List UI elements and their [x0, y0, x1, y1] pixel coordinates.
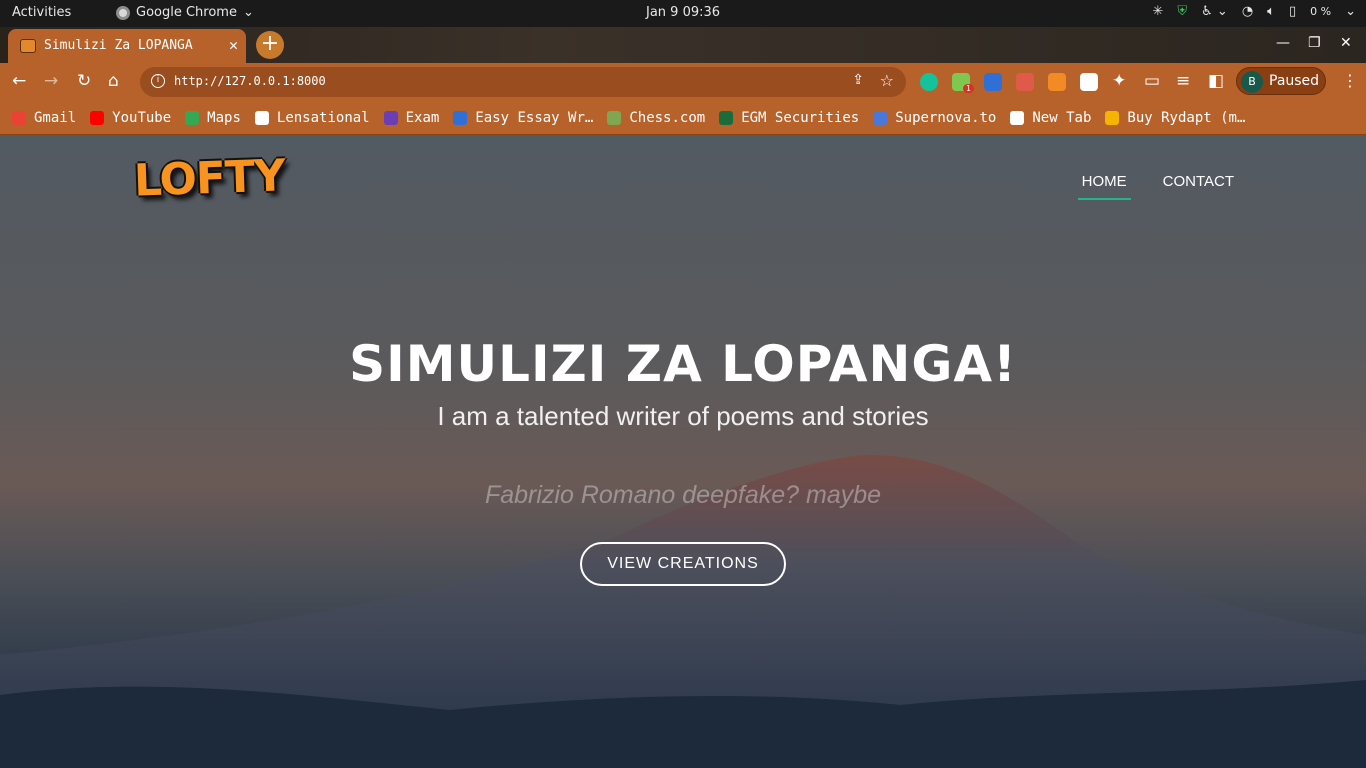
- typed-text: Fabrizio Romano deepfake? maybe: [484, 481, 882, 509]
- volume-icon: 🔈︎: [1267, 4, 1275, 19]
- bookmark-favicon-icon: [185, 110, 200, 125]
- close-window-icon[interactable]: ✕: [1340, 35, 1352, 51]
- nav-contact[interactable]: CONTACT: [1159, 171, 1238, 200]
- bookmark-item[interactable]: Easy Essay Wr…: [453, 110, 593, 126]
- extension-icon[interactable]: [1016, 73, 1034, 91]
- share-icon[interactable]: ⇪: [852, 72, 864, 88]
- close-tab-icon[interactable]: ✕: [229, 36, 238, 54]
- qr-code-icon[interactable]: [1080, 73, 1098, 91]
- web-page: LOFTY HOME CONTACT SIMULIZI ZA LOPANGA! …: [0, 135, 1366, 768]
- browser-tab[interactable]: Simulizi Za LOPANGA ✕: [8, 29, 246, 63]
- bookmark-favicon-icon: [90, 110, 105, 125]
- bookmark-favicon-icon: [12, 110, 26, 125]
- minimize-icon[interactable]: —: [1276, 35, 1290, 51]
- wifi-icon: ◔: [1241, 4, 1254, 19]
- url-text[interactable]: http://127.0.0.1:8000: [174, 74, 326, 88]
- mountain-background: [0, 455, 1366, 768]
- battery-level: 0 %: [1310, 5, 1332, 18]
- app-name: Google Chrome: [136, 5, 237, 20]
- bookmark-favicon-icon: [719, 110, 734, 125]
- cast-icon[interactable]: ▭: [1144, 71, 1160, 91]
- nav-home[interactable]: HOME: [1077, 171, 1131, 200]
- bookmark-item[interactable]: Maps: [185, 110, 241, 126]
- bookmark-label: New Tab: [1032, 109, 1092, 126]
- bookmark-label: Supernova.to: [895, 109, 997, 126]
- more-menu-icon[interactable]: ⋮: [1342, 71, 1358, 90]
- bookmark-item[interactable]: New Tab: [1010, 110, 1091, 126]
- home-icon[interactable]: ⌂: [108, 71, 119, 91]
- system-tray[interactable]: ✳ ⛨ ♿ ⌄ ◔ 🔈︎ ▯ 0 % ⌄: [1152, 4, 1356, 19]
- bookmark-item[interactable]: Supernova.to: [873, 110, 996, 126]
- forward-arrow-icon[interactable]: →: [44, 71, 58, 91]
- address-bar[interactable]: i http://127.0.0.1:8000 ⇪ ☆: [140, 67, 906, 97]
- chevron-down-icon: ⌄: [242, 5, 254, 20]
- bookmark-favicon-icon: [1105, 110, 1120, 125]
- activities-button[interactable]: Activities: [12, 5, 71, 20]
- hero-subtitle: I am a talented writer of poems and stor…: [437, 401, 929, 431]
- bookmark-favicon-icon: [453, 110, 468, 125]
- puzzle-icon[interactable]: ✦: [1112, 71, 1126, 91]
- grammarly-icon[interactable]: [920, 73, 938, 91]
- metamask-icon[interactable]: [1048, 73, 1066, 91]
- clock[interactable]: Jan 9 09:36: [646, 5, 720, 20]
- bookmark-favicon-icon: [873, 110, 888, 125]
- site-logo[interactable]: LOFTY: [133, 150, 286, 206]
- bookmark-label: Maps: [207, 109, 241, 126]
- chrome-icon: [116, 5, 130, 20]
- bookmark-item[interactable]: EGM Securities: [719, 110, 859, 126]
- bookmark-label: Exam: [405, 109, 440, 126]
- bookmark-label: YouTube: [112, 109, 172, 126]
- bookmark-favicon-icon: [607, 110, 622, 125]
- bookmark-label: Lensational: [276, 109, 370, 126]
- profile-status: Paused: [1269, 73, 1320, 89]
- tab-title: Simulizi Za LOPANGA: [44, 38, 193, 53]
- bookmark-label: Buy Rydapt (m…: [1127, 109, 1246, 126]
- bookmark-item[interactable]: Lensational: [254, 109, 370, 126]
- reload-icon[interactable]: ↻: [77, 71, 91, 91]
- tab-favicon: [20, 39, 36, 53]
- chevron-down-icon[interactable]: ⌄: [1345, 4, 1356, 19]
- bookmark-item[interactable]: Buy Rydapt (m…: [1105, 110, 1245, 126]
- bookmark-item[interactable]: Chess.com: [607, 110, 705, 126]
- avatar: B: [1241, 71, 1263, 93]
- system-top-bar: Activities Google Chrome ⌄ Jan 9 09:36 ✳…: [0, 0, 1366, 27]
- battery-icon: ▯: [1288, 4, 1297, 19]
- site-nav: HOME CONTACT: [1077, 171, 1238, 200]
- bookmark-item[interactable]: YouTube: [90, 110, 171, 126]
- bookmark-label: EGM Securities: [741, 109, 860, 126]
- hero-title: SIMULIZI ZA LOPANGA!: [349, 335, 1017, 393]
- side-panel-icon[interactable]: ◧: [1208, 71, 1224, 91]
- bookmark-item[interactable]: Gmail: [12, 110, 76, 126]
- accessibility-icon[interactable]: ♿ ⌄: [1201, 4, 1228, 19]
- view-creations-button[interactable]: VIEW CREATIONS: [580, 542, 786, 586]
- extension-badge: 1: [963, 84, 975, 93]
- new-tab-button[interactable]: +: [256, 31, 284, 59]
- bookmark-item[interactable]: Exam: [383, 109, 440, 126]
- bookmark-label: Gmail: [34, 109, 77, 126]
- tab-strip: Simulizi Za LOPANGA ✕ + — ❐ ✕: [0, 27, 1366, 63]
- bookmark-favicon-icon: [254, 110, 269, 125]
- shield-icon[interactable]: ⛨: [1177, 4, 1187, 19]
- bookmarks-bar: Gmail YouTube Maps Lensational Exam Easy Essa…: [0, 101, 1366, 135]
- reading-list-icon[interactable]: ≡: [1176, 71, 1190, 91]
- bookmark-label: Easy Essay Wr…: [475, 109, 594, 126]
- bookmark-star-icon[interactable]: ☆: [880, 71, 894, 90]
- slack-icon[interactable]: ✳: [1152, 4, 1163, 19]
- browser-toolbar: ← → ↻ ⌂ i http://127.0.0.1:8000 ⇪ ☆ 1 ✦ …: [0, 63, 1366, 101]
- back-arrow-icon[interactable]: ←: [12, 71, 26, 91]
- app-menu[interactable]: Google Chrome ⌄: [116, 5, 254, 20]
- bookmark-favicon-icon: [383, 110, 398, 125]
- screen-capture-icon[interactable]: [984, 73, 1002, 91]
- bookmark-label: Chess.com: [629, 109, 706, 126]
- bookmark-favicon-icon: [1010, 110, 1025, 125]
- info-icon[interactable]: i: [151, 74, 165, 88]
- profile-button[interactable]: B Paused: [1236, 67, 1326, 95]
- restore-icon[interactable]: ❐: [1308, 35, 1321, 51]
